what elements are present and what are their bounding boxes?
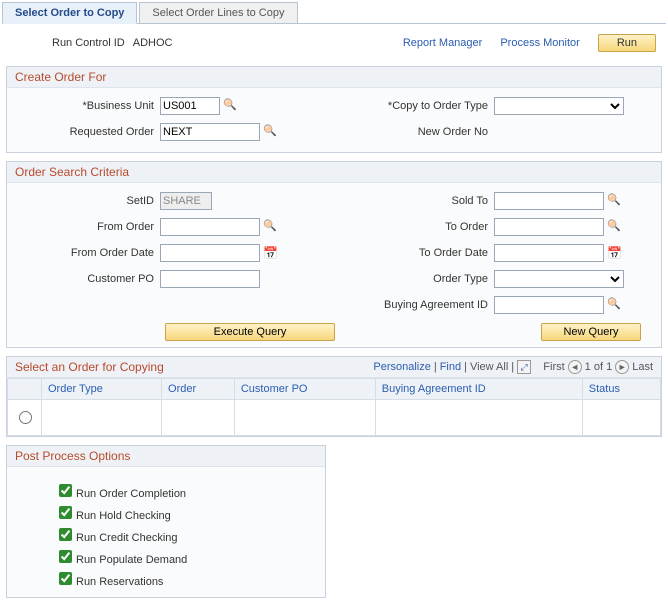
list-item: Run Order Completion (55, 481, 317, 500)
cell-order-type (42, 400, 162, 436)
cell-buying-agreement (375, 400, 582, 436)
sold-to-input[interactable] (494, 192, 604, 210)
opt-label: Run Reservations (76, 576, 163, 588)
list-item: Run Reservations (55, 569, 317, 588)
opt-label: Run Order Completion (76, 488, 186, 500)
nav-prev-icon[interactable]: ◄ (568, 360, 582, 374)
report-manager-link[interactable]: Report Manager (403, 37, 483, 49)
cell-status (582, 400, 660, 436)
from-order-date-label: From Order Date (15, 247, 160, 259)
calendar-icon[interactable]: 📅 (607, 245, 623, 261)
create-order-header: Create Order For (7, 67, 661, 88)
col-buying-agreement[interactable]: Buying Agreement ID (375, 379, 582, 400)
opt-label: Run Hold Checking (76, 510, 171, 522)
run-control-value: ADHOC (133, 37, 173, 49)
opt-reservations-checkbox[interactable] (59, 572, 72, 585)
customer-po-label: Customer PO (15, 273, 160, 285)
list-item: Run Hold Checking (55, 503, 317, 522)
business-unit-input[interactable] (160, 97, 220, 115)
order-type-label: Order Type (334, 273, 494, 285)
post-process-header: Post Process Options (7, 446, 325, 467)
list-item: Run Populate Demand (55, 547, 317, 566)
col-customer-po[interactable]: Customer PO (234, 379, 375, 400)
view-all-text[interactable]: View All (470, 361, 508, 373)
lookup-icon[interactable] (607, 297, 623, 313)
col-order[interactable]: Order (162, 379, 235, 400)
calendar-icon[interactable]: 📅 (263, 245, 279, 261)
to-order-date-input[interactable] (494, 244, 604, 262)
list-item: Run Credit Checking (55, 525, 317, 544)
setid-label: SetID (15, 195, 160, 207)
run-control-label: Run Control ID (52, 37, 125, 49)
process-monitor-link[interactable]: Process Monitor (500, 37, 579, 49)
lookup-icon[interactable] (263, 219, 279, 235)
sold-to-label: Sold To (334, 195, 494, 207)
lookup-icon[interactable] (607, 193, 623, 209)
cell-customer-po (234, 400, 375, 436)
requested-order-label: Requested Order (15, 126, 160, 138)
new-order-no-label: New Order No (334, 126, 494, 138)
opt-credit-checking-checkbox[interactable] (59, 528, 72, 541)
row-select-radio[interactable] (19, 411, 32, 424)
cell-order (162, 400, 235, 436)
opt-populate-demand-checkbox[interactable] (59, 550, 72, 563)
table-row (8, 400, 661, 436)
order-type-select[interactable] (494, 270, 624, 288)
opt-hold-checking-checkbox[interactable] (59, 506, 72, 519)
copy-to-order-type-select[interactable] (494, 97, 624, 115)
create-order-section: Create Order For *Business Unit *Copy to… (6, 66, 662, 153)
setid-input (160, 192, 212, 210)
personalize-link[interactable]: Personalize (373, 361, 430, 373)
find-link[interactable]: Find (440, 361, 461, 373)
new-query-button[interactable]: New Query (541, 323, 641, 341)
page-info: 1 of 1 (585, 361, 613, 373)
order-grid-table: Order Type Order Customer PO Buying Agre… (7, 378, 661, 436)
first-text: First (543, 361, 564, 373)
post-process-section: Post Process Options Run Order Completio… (6, 445, 326, 598)
copy-to-order-type-label: *Copy to Order Type (334, 100, 494, 112)
buying-agreement-input[interactable] (494, 296, 604, 314)
business-unit-label: *Business Unit (15, 100, 160, 112)
col-status[interactable]: Status (582, 379, 660, 400)
opt-label: Run Populate Demand (76, 554, 187, 566)
lookup-icon[interactable] (607, 219, 623, 235)
nav-next-icon[interactable]: ► (615, 360, 629, 374)
from-order-date-input[interactable] (160, 244, 260, 262)
select-order-grid-title: Select an Order for Copying (15, 360, 164, 374)
tab-bar: Select Order to Copy Select Order Lines … (2, 2, 666, 24)
order-search-section: Order Search Criteria SetID Sold To From… (6, 161, 662, 348)
to-order-input[interactable] (494, 218, 604, 236)
tab-select-order-lines[interactable]: Select Order Lines to Copy (139, 2, 297, 23)
to-order-label: To Order (334, 221, 494, 233)
from-order-input[interactable] (160, 218, 260, 236)
opt-label: Run Credit Checking (76, 532, 178, 544)
run-button[interactable]: Run (598, 34, 656, 52)
from-order-label: From Order (15, 221, 160, 233)
lookup-icon[interactable] (223, 98, 239, 114)
last-text: Last (632, 361, 653, 373)
to-order-date-label: To Order Date (334, 247, 494, 259)
lookup-icon[interactable] (263, 124, 279, 140)
col-order-type[interactable]: Order Type (42, 379, 162, 400)
customer-po-input[interactable] (160, 270, 260, 288)
execute-query-button[interactable]: Execute Query (165, 323, 335, 341)
opt-order-completion-checkbox[interactable] (59, 484, 72, 497)
order-search-header: Order Search Criteria (7, 162, 661, 183)
buying-agreement-label: Buying Agreement ID (334, 299, 494, 311)
col-select (8, 379, 42, 400)
requested-order-input[interactable] (160, 123, 260, 141)
select-order-grid-section: Select an Order for Copying Personalize … (6, 356, 662, 437)
run-control-row: Run Control ID ADHOC Report Manager Proc… (2, 24, 666, 62)
zoom-icon[interactable]: ⤢ (517, 360, 531, 374)
tab-select-order[interactable]: Select Order to Copy (2, 2, 137, 24)
